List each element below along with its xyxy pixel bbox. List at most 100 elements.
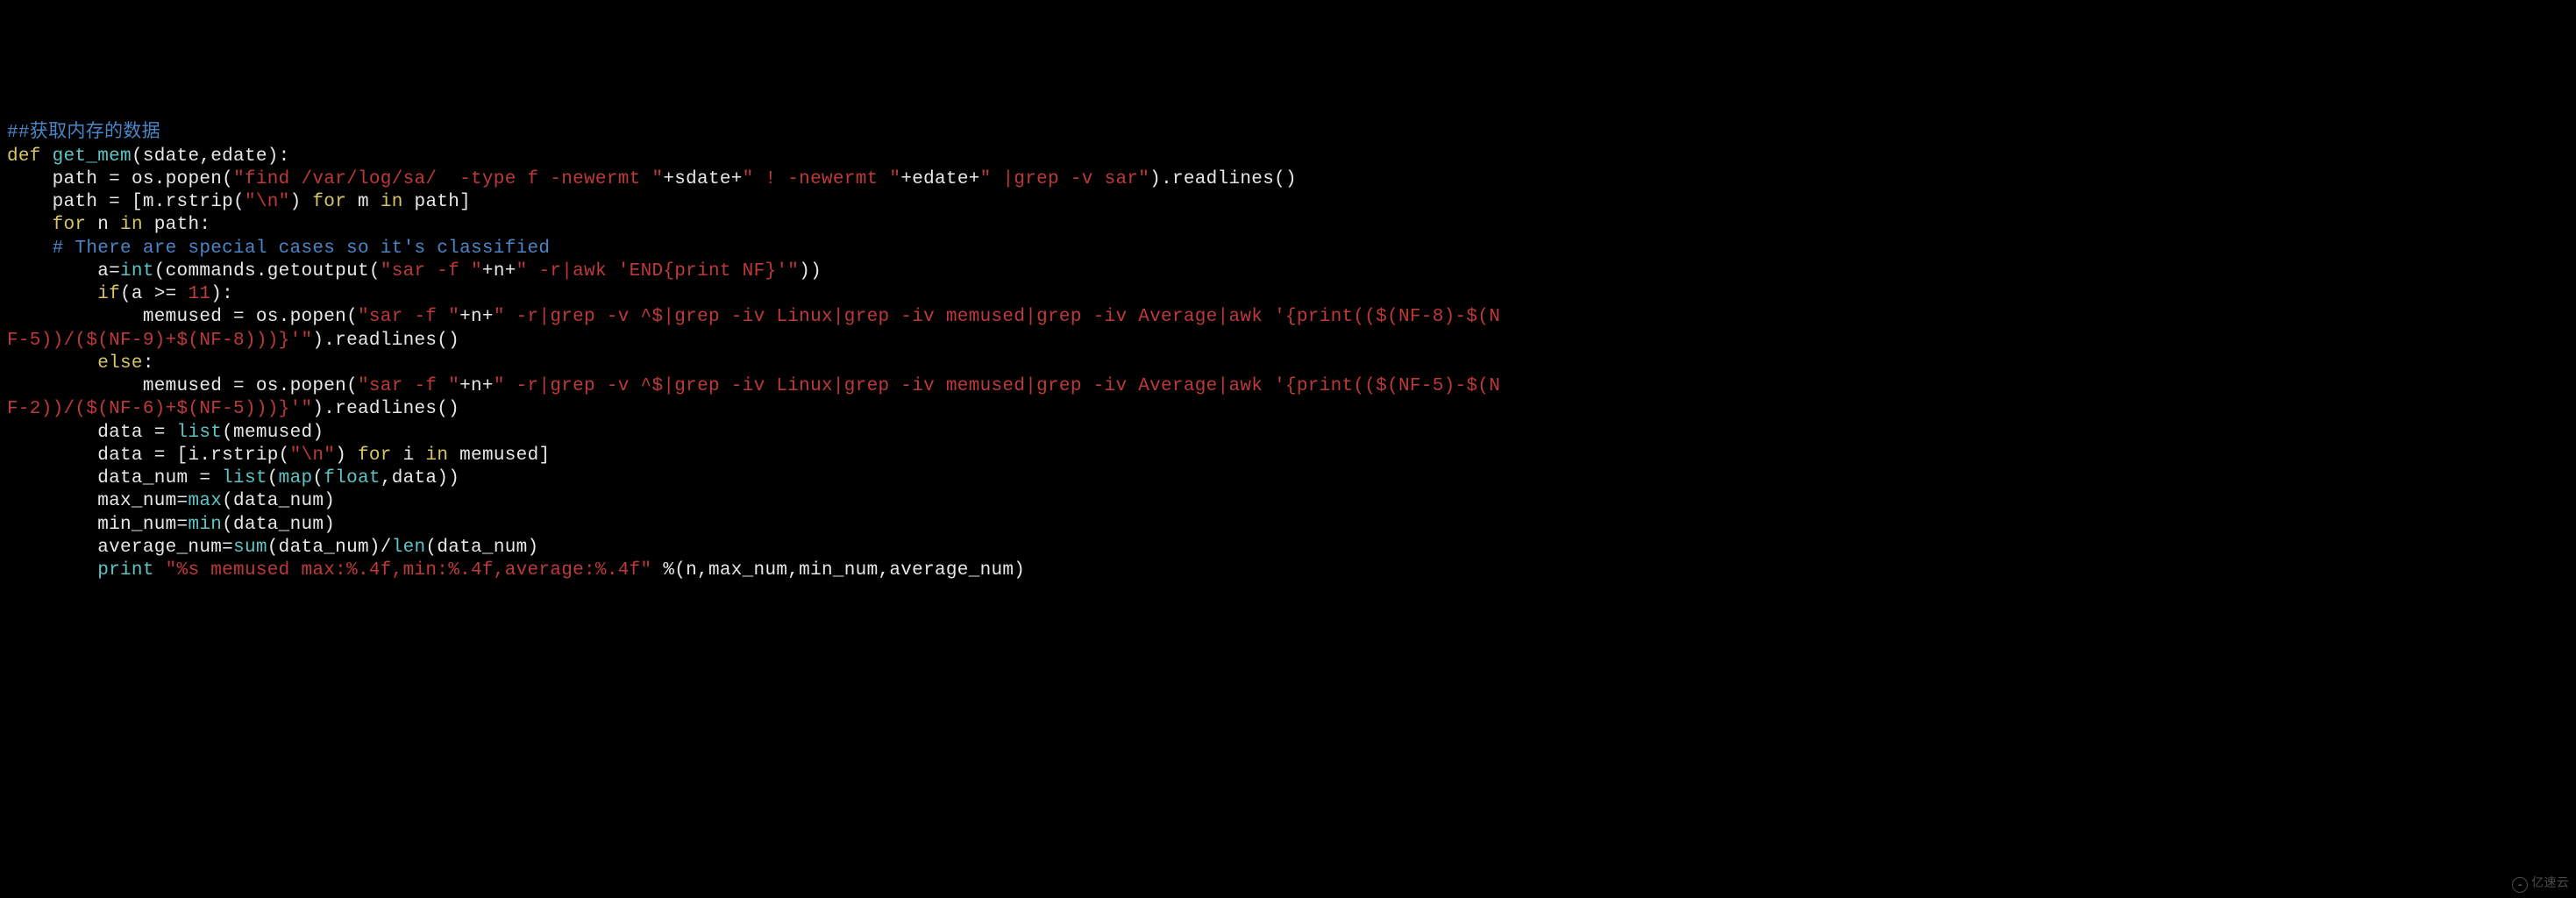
number-literal: 11 [188,284,210,304]
code-text: +n+ [459,307,494,327]
string-literal: F-2))/($(NF-6)+$(NF-5)))}'" [7,399,312,419]
code-text: ).readlines() [1149,169,1297,189]
builtin-sum: sum [233,538,267,558]
code-text: data [7,445,154,466]
code-text: max_num [7,491,177,511]
builtin-map: map [279,468,313,488]
string-literal: "\n" [290,445,336,466]
code-text: (a [120,284,154,304]
code-text: +sdate+ [663,169,742,189]
builtin-max: max [188,491,222,511]
watermark-text: 亿速云 [2531,877,2569,893]
code-text: (data_num) [425,538,538,558]
code-text: ): [210,284,233,304]
code-text: os.popen( [256,307,358,327]
code-text: >= [154,284,189,304]
keyword-def: def [7,146,53,167]
code-text [7,353,97,374]
string-literal: " -r|grep -v ^$|grep -iv Linux|grep -iv … [494,307,1500,327]
code-text: = [177,515,189,535]
builtin-list: list [177,423,223,443]
code-text: = [233,307,256,327]
code-text: min_num [7,515,177,535]
builtin-list: list [222,468,267,488]
string-literal: "find /var/log/sa/ -type f -newermt " [233,169,663,189]
string-literal: "sar -f " [358,376,459,396]
code-text: memused [7,307,233,327]
code-text: ( [312,468,324,488]
code-text: i [392,445,426,466]
code-text: +edate+ [900,169,979,189]
keyword-print: print [97,560,165,581]
code-text: ) [335,445,358,466]
code-text: = [154,445,177,466]
code-text: %(n,max_num,min_num,average_num) [651,560,1025,581]
builtin-min: min [188,515,222,535]
keyword-for: for [312,192,346,212]
keyword-for: for [358,445,392,466]
code-text [7,239,53,259]
string-literal: " -r|awk 'END{print NF}'" [516,261,800,282]
keyword-if: if [97,284,120,304]
code-text: = [177,491,189,511]
code-text: (data_num) [222,515,335,535]
string-literal: "sar -f " [358,307,459,327]
code-text: = [109,192,132,212]
code-text: +n+ [482,261,516,282]
code-text: : [143,353,154,374]
code-text [7,560,97,581]
code-text: os.popen( [256,376,358,396]
code-text: +n+ [459,376,494,396]
code-text: (data_num)/ [267,538,392,558]
code-text: path [7,192,109,212]
code-text [7,284,97,304]
string-literal: "sar -f " [381,261,482,282]
code-text: (data_num) [222,491,335,511]
code-text: ,data)) [381,468,459,488]
builtin-float: float [324,468,381,488]
code-text: path: [143,215,210,235]
code-text: average_num [7,538,222,558]
keyword-in: in [381,192,403,212]
code-text: )) [799,261,822,282]
code-text: data [7,423,154,443]
code-text: n [86,215,120,235]
code-text: ) [290,192,313,212]
code-text: m [346,192,381,212]
keyword-in: in [425,445,448,466]
code-text: = [109,169,132,189]
string-literal: " -r|grep -v ^$|grep -iv Linux|grep -iv … [494,376,1500,396]
code-text: (commands.getoutput( [154,261,381,282]
code-text: [m.rstrip( [132,192,245,212]
code-text: = [109,261,120,282]
code-text: = [222,538,233,558]
code-text: = [199,468,222,488]
code-text: memused [7,376,233,396]
string-literal: " |grep -v sar" [980,169,1150,189]
comment-line: # There are special cases so it's classi… [53,239,551,259]
code-text: path [7,169,109,189]
code-text: (memused) [222,423,324,443]
code-text: = [154,423,177,443]
comment-line: ##获取内存的数据 [7,123,160,143]
string-literal: "%s memused max:%.4f,min:%.4f,average:%.… [166,560,652,581]
code-text: ).readlines() [312,331,459,351]
keyword-else: else [97,353,143,374]
string-literal: " ! -newermt " [743,169,901,189]
string-literal: F-5))/($(NF-9)+$(NF-8)))}'" [7,331,312,351]
code-text: ( [267,468,279,488]
params: (sdate,edate): [132,146,290,167]
keyword-in: in [120,215,143,235]
code-text [7,215,53,235]
builtin-len: len [392,538,426,558]
string-literal: "\n" [245,192,290,212]
cloud-icon: ☁ [2512,877,2528,893]
code-text: path] [403,192,471,212]
code-text: ).readlines() [312,399,459,419]
code-text: a [7,261,109,282]
code-text: = [233,376,256,396]
function-name: get_mem [53,146,132,167]
code-text: data_num [7,468,199,488]
code-text: [i.rstrip( [177,445,290,466]
code-text: os.popen( [132,169,233,189]
